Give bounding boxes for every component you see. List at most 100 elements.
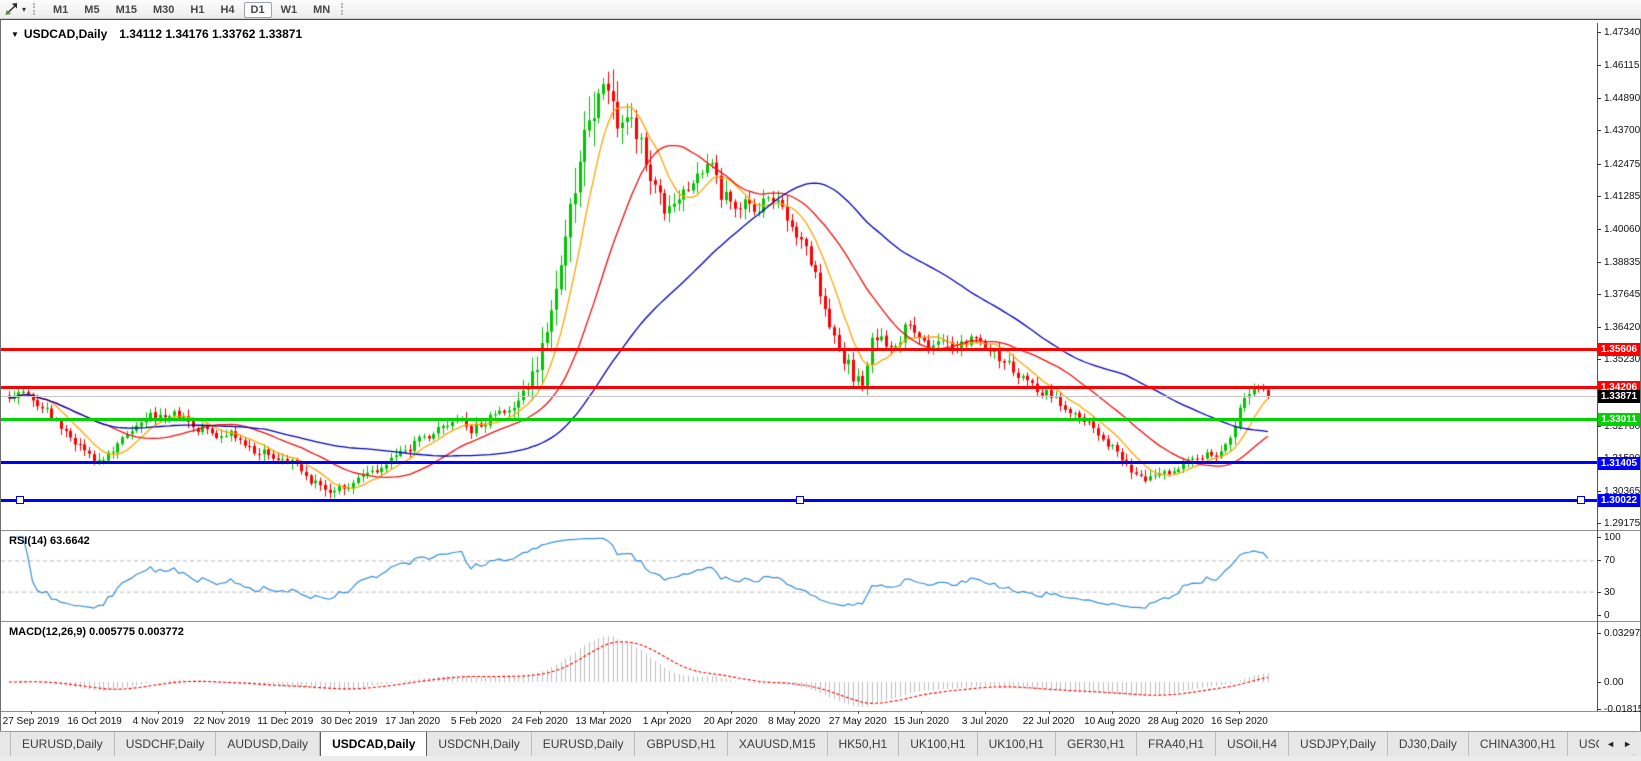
date-axis-label: 22 Jul 2020 [1023, 716, 1075, 727]
date-axis-label: 27 May 2020 [829, 716, 887, 727]
date-axis-label: 16 Oct 2019 [67, 716, 121, 727]
rsi-tick-mark [1597, 592, 1601, 593]
date-axis-tick [1239, 711, 1240, 714]
candlestick-chart-canvas[interactable] [1, 23, 1597, 529]
price-tick-label: 1.47340 [1604, 27, 1640, 38]
rsi-panel-label: RSI(14) 63.6642 [9, 535, 90, 547]
price-tick-mark [1597, 130, 1601, 131]
rsi-tick-mark [1597, 615, 1601, 616]
timeframe-button-H1[interactable]: H1 [183, 2, 211, 18]
rsi-tick-mark [1597, 560, 1601, 561]
rsi-tick-mark [1597, 537, 1601, 538]
timeframe-button-M1[interactable]: M1 [46, 2, 75, 18]
price-tick-label: 1.40060 [1604, 224, 1640, 235]
horizontal-level-line-1.31405[interactable] [1, 461, 1597, 464]
price-tick-mark [1597, 523, 1601, 524]
chart-tab-EURUSD-Daily[interactable]: EURUSD,Daily [10, 732, 115, 756]
panel-splitter-rsi-macd[interactable] [1, 621, 1640, 622]
date-axis-label: 13 Mar 2020 [575, 716, 631, 727]
panel-splitter-main-rsi[interactable] [1, 530, 1640, 531]
chart-tab-HK50-H1[interactable]: HK50,H1 [828, 732, 900, 756]
current-price-line [1, 396, 1597, 397]
chart-tab-EURUSD-Daily[interactable]: EURUSD,Daily [532, 732, 636, 756]
chart-tab-AUDUSD-Daily[interactable]: AUDUSD,Daily [216, 732, 320, 756]
date-axis-tick [921, 711, 922, 714]
date-axis-tick [222, 711, 223, 714]
date-axis-label: 17 Jan 2020 [385, 716, 440, 727]
macd-panel-label: MACD(12,26,9) 0.005775 0.003772 [9, 626, 184, 638]
timeframe-button-MN[interactable]: MN [306, 2, 337, 18]
rsi-tick-label: 30 [1604, 587, 1615, 598]
macd-tick-mark [1597, 709, 1601, 710]
date-axis-tick [349, 711, 350, 714]
macd-tick-label: -0.018154 [1604, 704, 1641, 715]
price-tick-label: 1.37645 [1604, 289, 1640, 300]
chart-ohlc-values: 1.34112 1.34176 1.33762 1.33871 [119, 27, 302, 41]
rsi-tick-label: 100 [1604, 532, 1621, 543]
chart-tab-XAUUSD-M15[interactable]: XAUUSD,M15 [728, 732, 828, 756]
price-tick-label: 1.29175 [1604, 518, 1640, 529]
chart-tab-GER30-H1[interactable]: GER30,H1 [1056, 732, 1137, 756]
horizontal-level-line-1.33011[interactable] [1, 418, 1597, 421]
date-axis-label: 4 Nov 2019 [133, 716, 184, 727]
timeframe-button-D1[interactable]: D1 [244, 2, 272, 18]
macd-tick-label: 0.00 [1604, 677, 1623, 688]
chart-tab-USDCHF-Daily[interactable]: USDCHF,Daily [115, 732, 217, 756]
date-axis-label: 11 Dec 2019 [257, 716, 313, 727]
line-selection-handle[interactable] [16, 496, 24, 504]
chart-tab-GBPUSD-H1[interactable]: GBPUSD,H1 [635, 732, 727, 756]
price-level-chip-1.31405: 1.31405 [1598, 457, 1640, 470]
date-axis-label: 24 Feb 2020 [512, 716, 568, 727]
price-level-chip-1.30022: 1.30022 [1598, 494, 1640, 507]
timeframe-button-W1[interactable]: W1 [274, 2, 305, 18]
date-axis: 27 Sep 201916 Oct 20194 Nov 201922 Nov 2… [1, 714, 1597, 730]
date-axis-tick [794, 711, 795, 714]
macd-indicator-canvas[interactable] [1, 624, 1597, 710]
toolbar-dropdown-arrow-icon[interactable]: ▾ [22, 5, 26, 14]
toolbar-grip-handle [33, 3, 39, 15]
date-axis-tick [31, 711, 32, 714]
title-dropdown-icon[interactable]: ▼ [11, 30, 19, 39]
date-axis-label: 1 Apr 2020 [643, 716, 691, 727]
chart-tab-USDJPY-Daily[interactable]: USDJPY,Daily [1289, 732, 1388, 756]
date-axis-tick [667, 711, 668, 714]
chart-tab-FRA40-H1[interactable]: FRA40,H1 [1137, 732, 1216, 756]
date-axis-label: 10 Aug 2020 [1084, 716, 1140, 727]
timeframe-button-M5[interactable]: M5 [77, 2, 106, 18]
line-selection-handle[interactable] [796, 496, 804, 504]
timeframe-button-H4[interactable]: H4 [213, 2, 241, 18]
price-tick-mark [1597, 359, 1601, 360]
chart-tab-UK100-H1[interactable]: UK100,H1 [978, 732, 1056, 756]
price-axis-separator [1597, 23, 1598, 711]
chart-tab-CHINA300-H1[interactable]: CHINA300,H1 [1469, 732, 1568, 756]
line-selection-handle[interactable] [1577, 496, 1585, 504]
timeframe-button-group: M1M5M15M30H1H4D1W1MN [45, 0, 338, 18]
chart-tab-USDCNH-Daily[interactable]: USDCNH,Daily [427, 732, 531, 756]
timeframe-button-M30[interactable]: M30 [146, 2, 181, 18]
macd-tick-label: 0.032972 [1604, 628, 1641, 639]
horizontal-level-line-1.34206[interactable] [1, 386, 1597, 389]
chart-cursor-icon[interactable] [4, 2, 20, 16]
rsi-indicator-canvas[interactable] [1, 533, 1597, 620]
date-axis-label: 20 Apr 2020 [704, 716, 758, 727]
chart-tab-UK100-H1[interactable]: UK100,H1 [899, 732, 977, 756]
price-tick-mark [1597, 32, 1601, 33]
toolbar-grip-handle-right [341, 3, 347, 15]
chart-tab-USDCAD-Daily[interactable]: USDCAD,Daily [320, 731, 427, 756]
price-tick-label: 1.38835 [1604, 257, 1640, 268]
horizontal-level-line-1.35606[interactable] [1, 348, 1597, 351]
date-axis-label: 27 Sep 2019 [3, 716, 60, 727]
date-axis-tick [1112, 711, 1113, 714]
price-tick-label: 1.36420 [1604, 322, 1640, 333]
price-tick-label: 1.42475 [1604, 159, 1640, 170]
timeframe-button-M15[interactable]: M15 [109, 2, 144, 18]
price-tick-mark [1597, 327, 1601, 328]
tab-scroll-left-icon[interactable]: ◄ [1602, 739, 1619, 749]
date-axis-tick [1049, 711, 1050, 714]
chart-tab-DJ30-Daily[interactable]: DJ30,Daily [1388, 732, 1469, 756]
chart-tab-USOil-H4[interactable]: USOil,H4 [1216, 732, 1289, 756]
tab-scroll-right-icon[interactable]: ► [1619, 739, 1636, 749]
date-axis-tick [95, 711, 96, 714]
rsi-current-value: 63.6642 [50, 535, 90, 547]
current-price-chip: 1.33871 [1598, 390, 1640, 403]
